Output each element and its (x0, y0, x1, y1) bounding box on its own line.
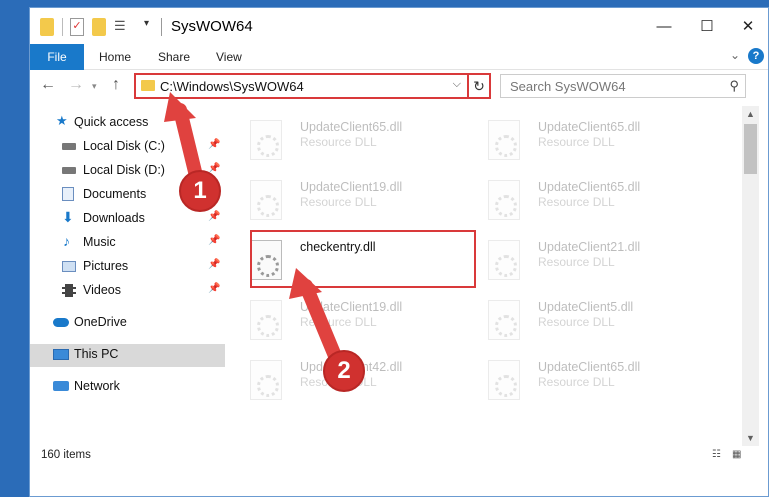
arrow-1-head (164, 92, 196, 122)
arrow-2-head (289, 268, 322, 299)
annotation-arrows (164, 92, 347, 375)
step-2-badge: 2 (323, 350, 365, 392)
step-1-badge: 1 (179, 170, 221, 212)
